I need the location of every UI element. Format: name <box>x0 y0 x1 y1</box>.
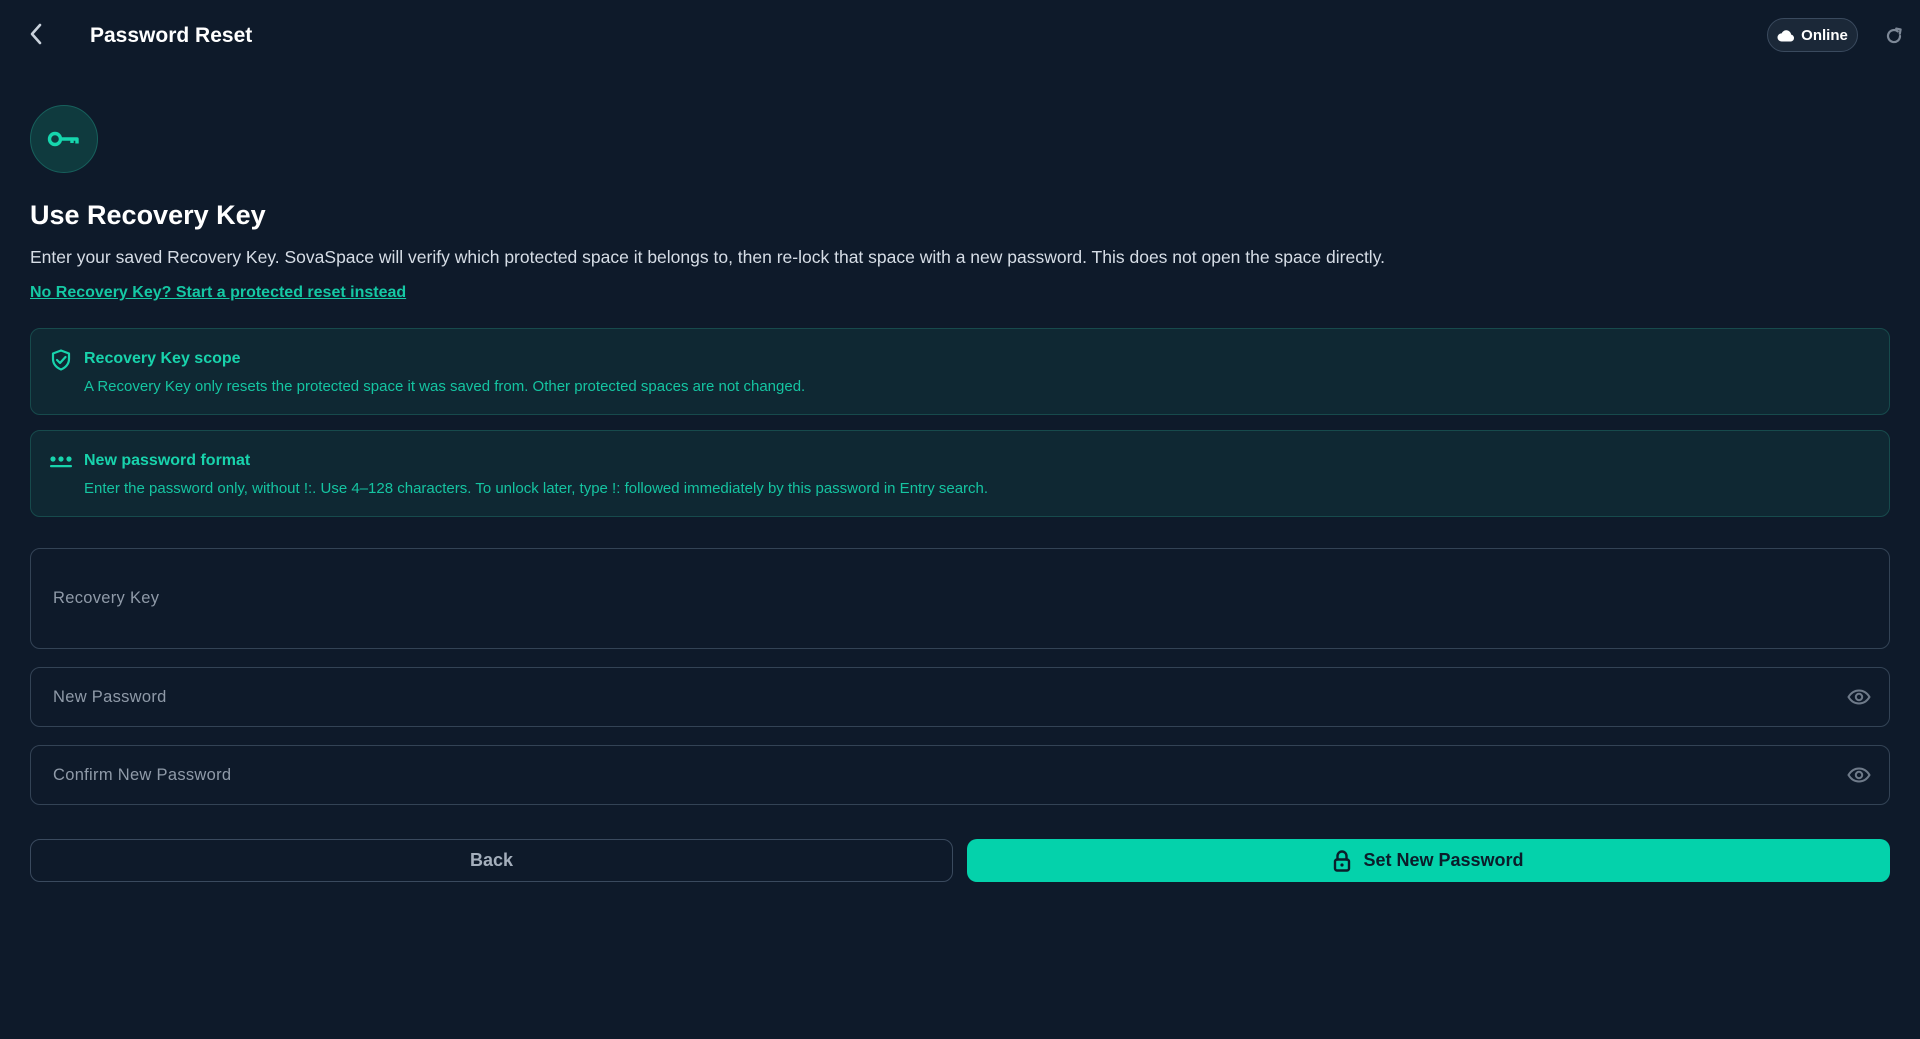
protected-reset-link[interactable]: No Recovery Key? Start a protected reset… <box>30 284 406 302</box>
back-button-label: Back <box>469 850 514 870</box>
card-title: Recovery Key scope <box>84 350 241 367</box>
card-text: Enter the password only, without !:. Use… <box>84 480 989 497</box>
show-confirm-password-eye-icon[interactable] <box>1845 764 1873 786</box>
confirm-password-field[interactable] <box>30 745 1890 805</box>
recovery-key-scope-card: Recovery Key scope A Recovery Key only r… <box>30 328 1890 415</box>
password-dots-icon <box>49 450 73 474</box>
recovery-key-input[interactable] <box>51 549 1811 648</box>
shield-check-icon <box>49 348 73 372</box>
page-title: Password Reset <box>90 24 253 47</box>
new-password-field[interactable] <box>30 667 1890 727</box>
top-bar: Password Reset Online <box>0 0 1920 72</box>
show-password-eye-icon[interactable] <box>1845 686 1873 708</box>
cloud-icon <box>1777 29 1795 42</box>
online-status-label: Online <box>1801 26 1848 44</box>
card-text: A Recovery Key only resets the protected… <box>84 378 806 395</box>
set-new-password-label: Set New Password <box>1363 850 1524 870</box>
section-description: Enter your saved Recovery Key. SovaSpace… <box>30 247 1386 267</box>
back-button[interactable]: Back <box>30 839 953 882</box>
recovery-key-field[interactable] <box>30 548 1890 649</box>
card-title: New password format <box>84 452 251 469</box>
set-new-password-button[interactable]: Set New Password <box>967 839 1890 882</box>
lock-open-icon <box>1333 849 1351 872</box>
new-password-input[interactable] <box>51 668 1811 726</box>
confirm-password-input[interactable] <box>51 746 1811 804</box>
refresh-icon[interactable] <box>1880 22 1908 50</box>
password-format-card: New password format Enter the password o… <box>30 430 1890 517</box>
key-icon <box>30 105 98 173</box>
back-arrow-icon[interactable] <box>20 18 52 50</box>
section-heading: Use Recovery Key <box>30 200 266 230</box>
online-status-badge: Online <box>1767 18 1858 52</box>
